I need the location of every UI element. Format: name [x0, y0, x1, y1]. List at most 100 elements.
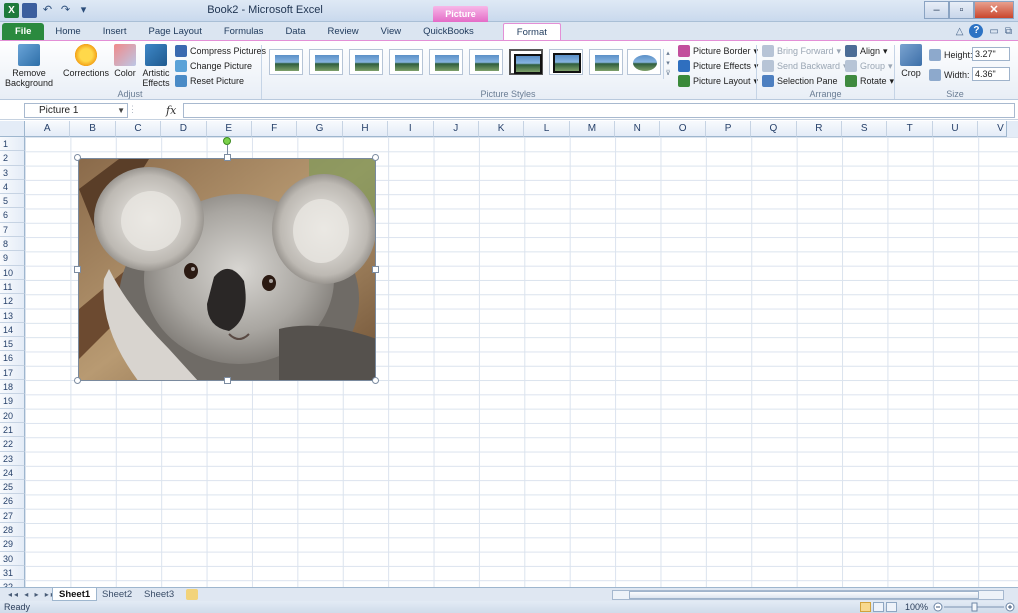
column-header-a[interactable]: A [25, 121, 71, 137]
resize-handle-n[interactable] [224, 154, 231, 161]
tab-quickbooks[interactable]: QuickBooks [412, 23, 485, 40]
column-header-k[interactable]: K [478, 121, 525, 137]
column-header-o[interactable]: O [660, 121, 706, 137]
row-header-12[interactable]: 12 [0, 294, 25, 309]
maximize-button[interactable]: ▫ [949, 1, 974, 19]
column-header-t[interactable]: T [887, 121, 933, 137]
row-header-2[interactable]: 2 [0, 151, 25, 166]
picture-layout-button[interactable]: Picture Layout▾ [678, 75, 758, 87]
row-header-30[interactable]: 30 [0, 551, 25, 566]
resize-handle-ne[interactable] [372, 154, 379, 161]
picture-style-8[interactable] [549, 49, 583, 75]
align-button[interactable]: Align ▾ [845, 45, 888, 57]
sheet-tab-sheet1[interactable]: Sheet1 [52, 588, 98, 601]
row-header-16[interactable]: 16 [0, 351, 25, 366]
zoom-slider[interactable] [932, 602, 1016, 612]
picture-effects-button[interactable]: Picture Effects▾ [678, 60, 758, 72]
row-header-4[interactable]: 4 [0, 179, 25, 195]
corrections-button[interactable]: Corrections [62, 44, 110, 78]
sheet-tab-sheet2[interactable]: Sheet2 [96, 588, 138, 601]
insert-function-icon[interactable]: fx [166, 104, 176, 117]
artistic-effects-button[interactable]: Artistic Effects [139, 44, 173, 88]
row-header-5[interactable]: 5 [0, 194, 25, 209]
row-header-31[interactable]: 31 [0, 565, 25, 581]
column-header-e[interactable]: E [206, 121, 252, 137]
horizontal-scrollbar[interactable] [612, 590, 1004, 600]
column-header-g[interactable]: G [297, 121, 343, 137]
row-header-13[interactable]: 13 [0, 308, 25, 323]
resize-handle-sw[interactable] [74, 377, 81, 384]
height-input[interactable]: 3.27" [972, 47, 1010, 61]
compress-pictures-button[interactable]: Compress Pictures [175, 45, 266, 57]
page-break-preview-button[interactable] [886, 602, 897, 612]
picture-border-button[interactable]: Picture Border▾ [678, 45, 758, 57]
row-header-24[interactable]: 24 [0, 465, 25, 481]
row-header-23[interactable]: 23 [0, 451, 25, 466]
column-header-s[interactable]: S [842, 121, 888, 137]
row-header-1[interactable]: 1 [0, 137, 25, 152]
group-button[interactable]: Group ▾ [845, 60, 893, 72]
tab-home[interactable]: Home [44, 23, 91, 40]
bring-forward-button[interactable]: Bring Forward ▾ [762, 45, 841, 57]
gallery-scroll[interactable]: ▴ ▾ ⊽ [663, 49, 672, 79]
column-header-c[interactable]: C [115, 121, 162, 137]
send-backward-button[interactable]: Send Backward▾ [762, 60, 848, 72]
minimize-ribbon-icon[interactable]: △ [956, 26, 964, 37]
restore-window-icon[interactable]: ▭ [989, 26, 998, 37]
name-box[interactable]: Picture 1 ▼ [24, 103, 128, 118]
formula-input[interactable] [183, 103, 1015, 118]
resize-handle-s[interactable] [224, 377, 231, 384]
column-header-i[interactable]: I [388, 121, 434, 137]
row-header-9[interactable]: 9 [0, 251, 25, 266]
row-header-25[interactable]: 25 [0, 480, 25, 495]
zoom-level[interactable]: 100% [905, 601, 928, 613]
row-header-3[interactable]: 3 [0, 165, 25, 180]
color-button[interactable]: Color [111, 44, 139, 78]
tab-review[interactable]: Review [317, 23, 370, 40]
resize-handle-nw[interactable] [74, 154, 81, 161]
picture-style-1[interactable] [269, 49, 303, 75]
close-button[interactable]: ✕ [974, 1, 1014, 19]
row-header-14[interactable]: 14 [0, 322, 25, 338]
row-header-19[interactable]: 19 [0, 394, 25, 409]
column-header-f[interactable]: F [251, 121, 298, 137]
picture-style-9[interactable] [589, 49, 623, 75]
tab-file[interactable]: File [2, 23, 45, 40]
column-header-q[interactable]: Q [751, 121, 797, 137]
resize-handle-e[interactable] [372, 266, 379, 273]
row-header-21[interactable]: 21 [0, 422, 25, 438]
insert-worksheet-icon[interactable] [186, 589, 198, 600]
resize-handle-w[interactable] [74, 266, 81, 273]
row-header-7[interactable]: 7 [0, 222, 25, 238]
row-header-22[interactable]: 22 [0, 437, 25, 452]
help-icon[interactable]: ? [969, 24, 984, 38]
close-workbook-icon[interactable]: ⧉ [1005, 26, 1012, 37]
sheet-tab-sheet3[interactable]: Sheet3 [138, 588, 180, 601]
tab-formulas[interactable]: Formulas [213, 23, 275, 40]
tab-page-layout[interactable]: Page Layout [137, 23, 212, 40]
column-header-r[interactable]: R [796, 121, 843, 137]
picture-style-7[interactable] [509, 49, 543, 75]
remove-background-button[interactable]: Remove Background [4, 44, 54, 88]
rotate-button[interactable]: Rotate ▾ [845, 75, 894, 87]
koala-picture[interactable] [78, 158, 376, 381]
column-header-n[interactable]: N [615, 121, 661, 137]
minimize-button[interactable]: – [924, 1, 949, 19]
page-layout-view-button[interactable] [873, 602, 884, 612]
picture-style-4[interactable] [389, 49, 423, 75]
reset-picture-button[interactable]: Reset Picture [175, 75, 244, 87]
column-header-p[interactable]: P [705, 121, 752, 137]
picture-style-10[interactable] [627, 49, 661, 75]
resize-handle-se[interactable] [372, 377, 379, 384]
tab-data[interactable]: Data [274, 23, 316, 40]
row-header-10[interactable]: 10 [0, 265, 25, 280]
tab-format[interactable]: Format [502, 23, 561, 40]
column-header-b[interactable]: B [70, 121, 116, 137]
horizontal-scroll-thumb[interactable] [629, 591, 979, 599]
column-header-d[interactable]: D [161, 121, 207, 137]
sheet-navigation[interactable]: ◂◂ ◂ ▸ ▸▸ [8, 588, 57, 601]
row-header-6[interactable]: 6 [0, 208, 25, 223]
change-picture-button[interactable]: Change Picture [175, 60, 252, 72]
row-header-29[interactable]: 29 [0, 537, 25, 552]
picture-style-6[interactable] [469, 49, 503, 75]
